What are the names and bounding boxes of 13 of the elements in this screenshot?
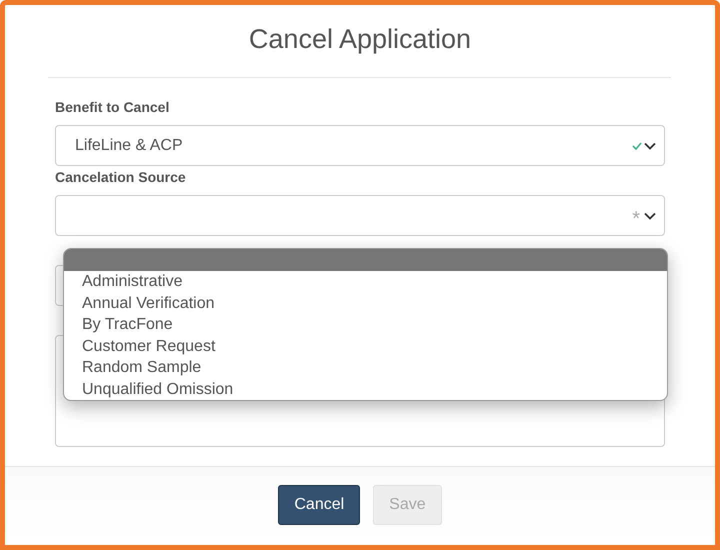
dropdown-option[interactable]: Unqualified Omission — [64, 378, 667, 400]
dialog-button[interactable]: Cancel — [278, 485, 360, 525]
required-mark: * — [632, 206, 640, 228]
dropdown-option[interactable]: By TracFone — [64, 314, 667, 336]
dropdown-option[interactable]: Customer Request — [64, 336, 667, 357]
field-label: Cancelation Source — [55, 168, 187, 187]
dropdown-option[interactable]: Random Sample — [64, 357, 667, 378]
select-field[interactable]: LifeLine & ACP — [55, 125, 665, 166]
dropdown-option[interactable]: Administrative — [64, 271, 667, 292]
highlighted-option[interactable] — [64, 249, 667, 271]
field-label: Benefit to Cancel — [55, 98, 170, 117]
dialog-title: Cancel Application — [248, 23, 472, 56]
dropdown-option[interactable]: Annual Verification — [64, 292, 667, 314]
